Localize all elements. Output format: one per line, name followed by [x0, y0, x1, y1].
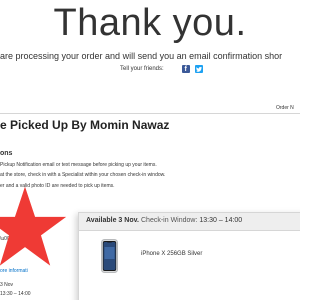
instruction-line: Pickup Notification email or text messag…: [0, 162, 157, 168]
check-in-window-time: 13:30 – 14:00: [199, 217, 243, 224]
order-number-label: Order N: [276, 105, 294, 111]
page-headline: Thank you.: [53, 2, 247, 44]
twitter-icon[interactable]: [194, 65, 203, 73]
pickup-time: 13:30 – 14:00: [0, 291, 31, 297]
check-in-window: Check-in Window: 13:30 – 14:00: [141, 217, 242, 224]
red-star-icon: [0, 186, 67, 266]
instructions-heading: ons: [0, 150, 13, 157]
share-row: Tell your friends: f: [120, 65, 208, 73]
product-name: iPhone X 256GB Silver: [141, 251, 203, 257]
order-confirmation-page: Thank you. are processing your order and…: [0, 0, 300, 300]
iphone-product-image: [101, 239, 118, 273]
check-in-window-label: Check-in Window:: [141, 217, 198, 224]
instruction-line: at the store, check in with a Specialist…: [0, 172, 166, 178]
section-divider: [0, 113, 300, 114]
twitter-bird-icon: [195, 66, 202, 72]
pickup-date: 3 Nov: [0, 282, 14, 288]
facebook-icon[interactable]: f: [181, 65, 190, 73]
confirmation-message: are processing your order and will send …: [0, 51, 283, 61]
pickup-item-card: Available 3 Nov. Check-in Window: 13:30 …: [78, 212, 300, 300]
share-label: Tell your friends:: [120, 66, 164, 72]
card-header: Available 3 Nov. Check-in Window: 13:30 …: [79, 213, 300, 231]
availability-date: Available 3 Nov.: [86, 217, 139, 224]
pickup-section-title: e Picked Up By Momin Nawaz: [0, 118, 170, 132]
